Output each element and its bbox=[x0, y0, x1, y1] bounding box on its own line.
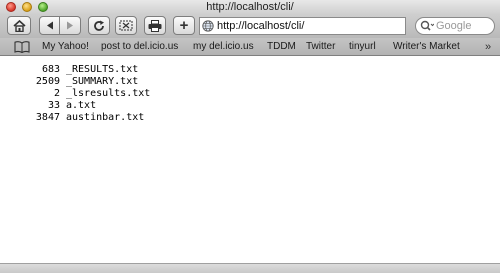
bookmark-writers-market[interactable]: Writer's Market bbox=[393, 38, 460, 56]
line-count: 33 bbox=[47, 100, 60, 111]
address-bar[interactable]: http://localhost/cli/ bbox=[199, 17, 406, 35]
search-field[interactable]: Google bbox=[415, 17, 495, 35]
window-title: http://localhost/cli/ bbox=[206, 1, 294, 13]
bookmark-tddm[interactable]: TDDM bbox=[267, 38, 296, 56]
list-item: 2509 _SUMMARY.txt bbox=[30, 76, 150, 88]
back-arrow-icon bbox=[46, 21, 53, 30]
file-name: _lsresults.txt bbox=[66, 88, 151, 99]
status-bar bbox=[0, 263, 500, 273]
home-icon bbox=[12, 19, 26, 32]
file-name: _SUMMARY.txt bbox=[66, 76, 139, 87]
bookmarks-bar: My Yahoo! post to del.icio.us my del.ici… bbox=[0, 38, 500, 56]
reload-icon bbox=[94, 20, 104, 31]
print-button[interactable] bbox=[144, 16, 166, 35]
list-item: 33 a.txt bbox=[30, 100, 150, 112]
globe-icon bbox=[202, 20, 214, 32]
bookmarks-book-icon[interactable] bbox=[14, 41, 30, 53]
line-count: 683 bbox=[41, 64, 60, 75]
print-icon bbox=[148, 19, 162, 32]
bookmark-tinyurl[interactable]: tinyurl bbox=[349, 38, 376, 56]
toolbar: + http://localhost/cli/ Google bbox=[0, 14, 500, 38]
file-name: a.txt bbox=[66, 100, 97, 111]
bookmark-twitter[interactable]: Twitter bbox=[306, 38, 335, 56]
list-item: 3847 austinbar.txt bbox=[30, 112, 150, 124]
search-placeholder: Google bbox=[436, 20, 472, 32]
forward-arrow-icon bbox=[67, 21, 73, 30]
file-name: _RESULTS.txt bbox=[66, 64, 139, 75]
home-button[interactable] bbox=[7, 16, 31, 35]
forward-button[interactable] bbox=[60, 16, 81, 35]
add-bookmark-button[interactable]: + bbox=[173, 16, 195, 35]
line-count: 3847 bbox=[35, 112, 60, 123]
page-content: 683 _RESULTS.txt 2509 _SUMMARY.txt 2 _lsresul… bbox=[0, 57, 500, 263]
address-input[interactable]: http://localhost/cli/ bbox=[217, 20, 304, 32]
bookmark-my-delicious[interactable]: my del.icio.us bbox=[193, 38, 254, 56]
list-item: 2 _lsresults.txt bbox=[30, 88, 150, 100]
bookmark-my-yahoo[interactable]: My Yahoo! bbox=[42, 38, 89, 56]
file-listing: 683 _RESULTS.txt 2509 _SUMMARY.txt 2 _lsresul… bbox=[30, 64, 150, 124]
bookmarks-overflow-chevron-icon[interactable]: » bbox=[485, 38, 491, 56]
search-icon bbox=[420, 20, 434, 31]
snip-icon bbox=[119, 20, 133, 31]
line-count: 2509 bbox=[35, 76, 60, 87]
bookmark-post-to-delicious[interactable]: post to del.icio.us bbox=[101, 38, 178, 56]
title-bar: http://localhost/cli/ bbox=[0, 0, 500, 14]
file-name: austinbar.txt bbox=[66, 112, 145, 123]
snip-button[interactable] bbox=[115, 16, 137, 35]
back-button[interactable] bbox=[39, 16, 60, 35]
line-count: 2 bbox=[53, 88, 60, 99]
list-item: 683 _RESULTS.txt bbox=[30, 64, 150, 76]
reload-button[interactable] bbox=[88, 16, 110, 35]
